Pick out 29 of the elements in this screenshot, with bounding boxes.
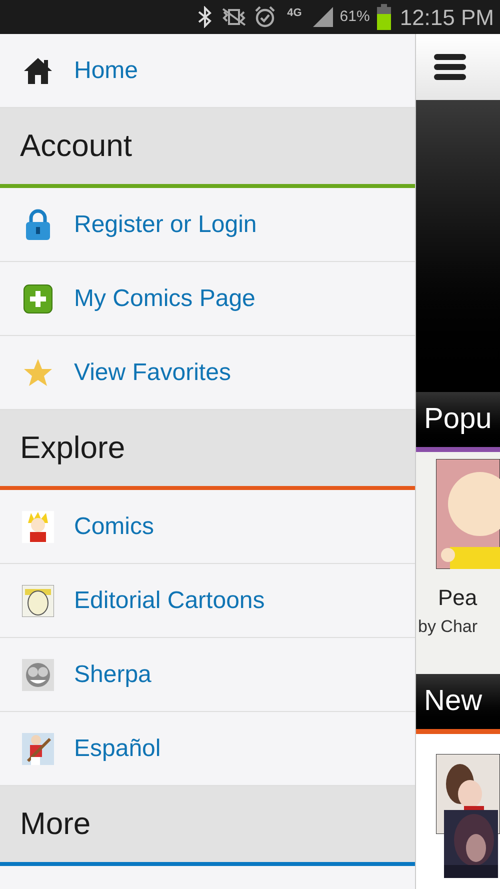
- menu-item[interactable]: Comics: [0, 490, 415, 564]
- alarm-icon: [253, 5, 278, 29]
- menu-item[interactable]: Sherpa: [0, 638, 415, 712]
- comic-byline: by Char: [418, 616, 479, 638]
- guitar-player-icon: [22, 732, 54, 764]
- cartoon-figure-icon: [22, 510, 54, 542]
- section-header: New: [416, 674, 500, 734]
- menu-item[interactable]: Editorial Cartoons: [0, 564, 415, 638]
- section-header: More: [0, 786, 415, 866]
- section-header: Account: [0, 108, 415, 188]
- vibrate-off-icon: [221, 7, 248, 27]
- signal-icon: [312, 6, 334, 28]
- cartoon-face-icon: [22, 584, 54, 616]
- clock-time: 12:15 PM: [400, 4, 494, 32]
- network-type-label: 4G: [287, 8, 302, 18]
- menu-item[interactable]: Register or Login: [0, 188, 415, 262]
- comic-card[interactable]: Pea by Char: [416, 452, 500, 674]
- battery-icon: [376, 4, 392, 30]
- house-icon: [23, 56, 53, 84]
- section-header: Popu: [416, 392, 500, 452]
- star-icon: [23, 358, 53, 387]
- padlock-icon: [25, 208, 51, 240]
- section-header: Explore: [0, 410, 415, 490]
- battery-percentage: 61%: [340, 6, 370, 27]
- menu-item[interactable]: My Comics Page: [0, 262, 415, 336]
- menu-icon[interactable]: [434, 53, 466, 81]
- cartoon-grin-icon: [22, 658, 54, 690]
- plus-icon: [23, 284, 53, 314]
- comic-title: Pea: [437, 584, 478, 612]
